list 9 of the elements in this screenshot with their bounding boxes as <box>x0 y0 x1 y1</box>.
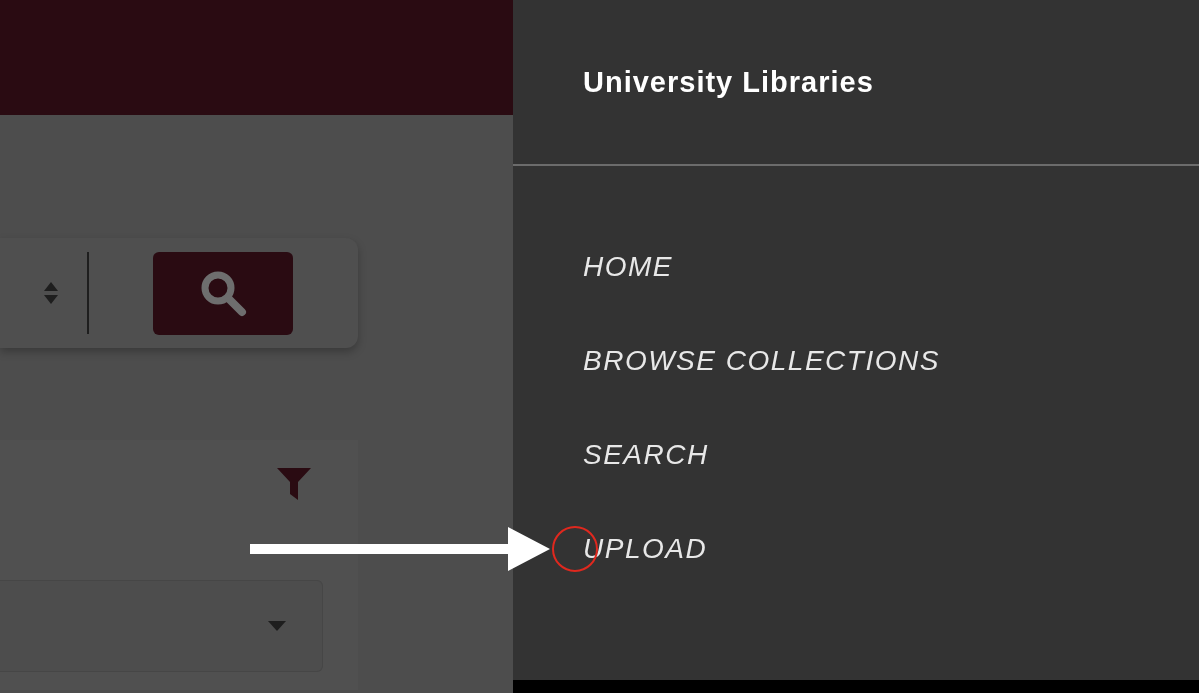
menu-item[interactable]: BROWSE COLLECTIONS <box>583 342 940 380</box>
caret-icon <box>268 621 286 631</box>
menu-item[interactable]: HOME <box>583 248 673 286</box>
drawer-title: University Libraries <box>583 65 874 99</box>
dropdown-field[interactable] <box>0 580 323 672</box>
menu-item[interactable]: SEARCH <box>583 436 709 474</box>
filter-icon[interactable] <box>276 466 312 502</box>
sort-icon <box>43 281 59 305</box>
search-button[interactable] <box>153 251 293 335</box>
